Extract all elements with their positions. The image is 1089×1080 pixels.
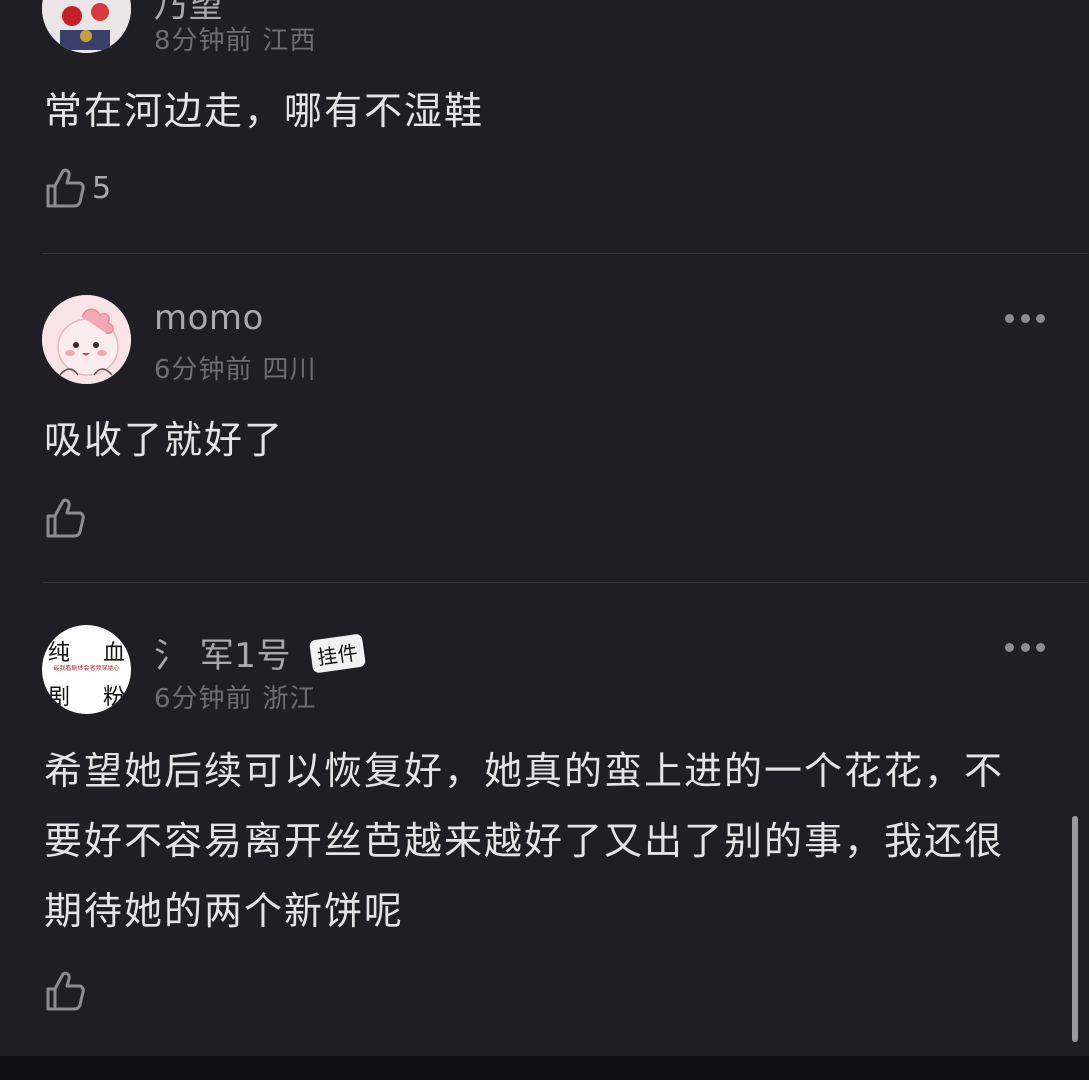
comment-location: 浙江 (262, 684, 317, 714)
comment-meta: 6分钟前 四川 (154, 349, 317, 386)
comment-location: 江西 (262, 26, 317, 56)
comment-location: 四川 (262, 355, 317, 385)
avatar-text-tl: 纯 (48, 641, 71, 666)
avatar-text-br: 粉 (102, 685, 125, 710)
comment-time: 6分钟前 (154, 355, 253, 385)
like-button[interactable] (44, 495, 92, 541)
avatar-text-tr: 血 (102, 641, 125, 666)
comment-meta: 6分钟前 浙江 (154, 678, 317, 715)
comment-list[interactable]: 乃望 8分钟前 江西 常在河边走，哪有不湿鞋 5 momo 6分钟前 四川 吸收… (0, 0, 1089, 1080)
avatar-image (42, 295, 131, 384)
thumbs-up-icon (46, 168, 85, 208)
more-button[interactable] (1005, 312, 1045, 324)
comment-meta: 8分钟前 江西 (154, 20, 317, 57)
comment-text[interactable]: 常在河边走，哪有不湿鞋 (44, 76, 1044, 146)
divider (42, 582, 1089, 583)
avatar-text-middle: 最我看剧体会者频穿地心 (53, 665, 120, 672)
username[interactable]: momo (154, 298, 264, 338)
pendant-badge: 挂件 (308, 633, 366, 674)
thumbs-up-icon (46, 971, 85, 1011)
avatar[interactable] (42, 0, 131, 53)
thumbs-up-icon (46, 498, 85, 538)
comment-time: 6分钟前 (154, 684, 253, 714)
scrollbar[interactable] (1072, 816, 1078, 1042)
avatar-image (42, 0, 131, 53)
avatar-text-bl: 剧 (48, 685, 71, 710)
avatar[interactable]: 纯 血 最我看剧体会者频穿地心 剧 粉 (42, 625, 131, 714)
avatar[interactable] (42, 295, 131, 384)
more-dots-icon (1005, 313, 1014, 323)
bottom-bar (0, 1056, 1089, 1080)
divider (42, 253, 1089, 254)
more-dots-icon (1005, 642, 1014, 652)
more-button[interactable] (1005, 641, 1045, 653)
like-count: 5 (92, 170, 112, 206)
comment-text[interactable]: 希望她后续可以恢复好，她真的蛮上进的一个花花，不要好不容易离开丝芭越来越好了又出… (44, 736, 1019, 946)
like-button[interactable]: 5 (44, 165, 111, 211)
username[interactable]: 氵 军1号 挂件 (154, 628, 366, 677)
comment-text[interactable]: 吸收了就好了 (44, 405, 1044, 475)
username-text: 氵 军1号 (154, 636, 291, 676)
like-button[interactable] (44, 968, 92, 1014)
comment-time: 8分钟前 (154, 26, 253, 56)
